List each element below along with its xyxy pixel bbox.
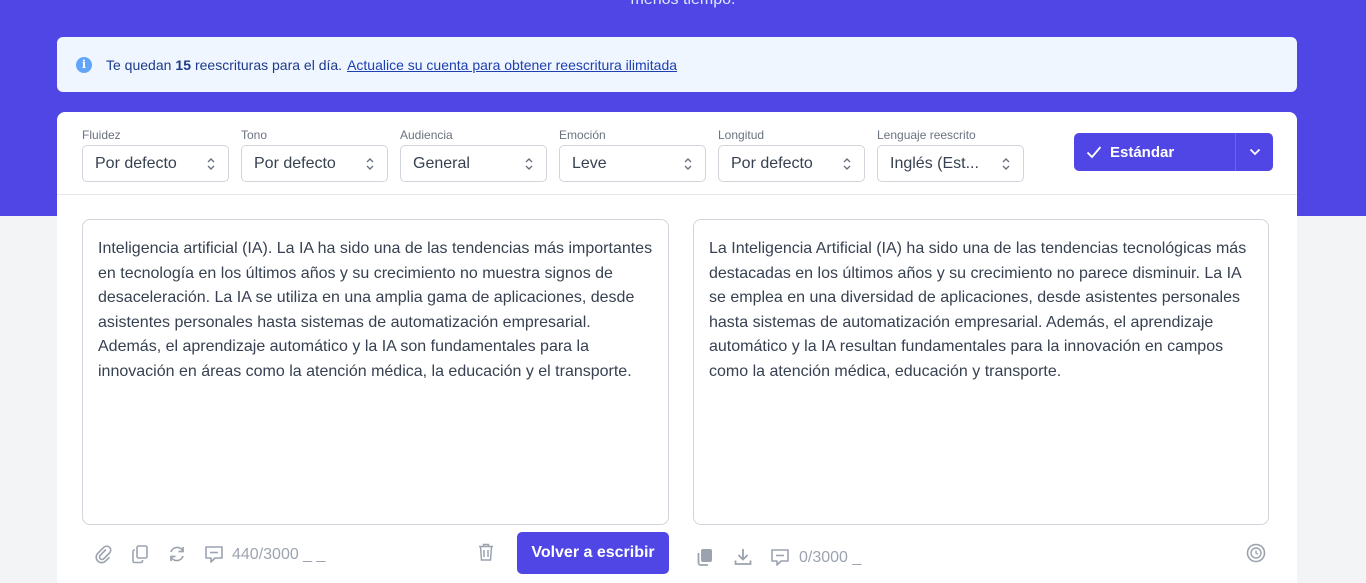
download-icon[interactable]: [732, 546, 754, 568]
feedback-icon[interactable]: [769, 546, 791, 568]
audience-value: General: [413, 154, 470, 172]
language-label: Lenguaje reescrito: [877, 128, 976, 142]
emotion-select[interactable]: Leve: [559, 145, 706, 182]
audience-label: Audiencia: [400, 128, 453, 142]
updown-chevron-icon: [842, 156, 852, 172]
feedback-icon[interactable]: [203, 543, 225, 565]
updown-chevron-icon: [1001, 156, 1011, 172]
output-textarea[interactable]: La Inteligencia Artificial (IA) ha sido …: [693, 219, 1269, 525]
refresh-icon[interactable]: [166, 543, 188, 565]
input-char-counter: 440/3000 _ _: [232, 546, 326, 563]
fluency-select[interactable]: Por defecto: [82, 145, 229, 182]
updown-chevron-icon: [365, 156, 375, 172]
attach-icon[interactable]: [93, 543, 115, 565]
updown-chevron-icon: [206, 156, 216, 172]
audience-control: Audiencia General: [400, 128, 547, 182]
length-control: Longitud Por defecto: [718, 128, 865, 182]
upgrade-link[interactable]: Actualice su cuenta para obtener reescri…: [347, 57, 677, 73]
fluency-label: Fluidez: [82, 128, 121, 142]
notice-prefix: Te quedan: [106, 56, 172, 73]
mode-dropdown-button[interactable]: [1235, 133, 1273, 171]
input-textarea[interactable]: Inteligencia artificial (IA). La IA ha s…: [82, 219, 669, 525]
check-icon: [1086, 146, 1102, 159]
tone-value: Por defecto: [254, 154, 336, 172]
tone-label: Tono: [241, 128, 268, 142]
rewriter-card: Fluidez Por defecto Tono Por defecto Aud…: [57, 112, 1297, 583]
standard-mode-label: Estándar: [1110, 143, 1175, 161]
length-select[interactable]: Por defecto: [718, 145, 865, 182]
output-char-counter: 0/3000 _: [799, 549, 862, 566]
length-label: Longitud: [718, 128, 765, 142]
emotion-value: Leve: [572, 154, 607, 172]
language-value: Inglés (Est...: [890, 154, 979, 172]
updown-chevron-icon: [683, 156, 693, 172]
language-select[interactable]: Inglés (Est...: [877, 145, 1024, 182]
rewrite-button[interactable]: Volver a escribir: [517, 532, 669, 574]
language-control: Lenguaje reescrito Inglés (Est...: [877, 128, 1024, 182]
copy-icon[interactable]: [694, 546, 716, 568]
options-bar: Fluidez Por defecto Tono Por defecto Aud…: [57, 112, 1297, 195]
info-icon: i: [76, 56, 92, 73]
paste-icon[interactable]: [129, 543, 151, 565]
trash-icon[interactable]: [475, 541, 497, 563]
tone-control: Tono Por defecto: [241, 128, 388, 182]
fluency-control: Fluidez Por defecto: [82, 128, 229, 182]
emotion-label: Emoción: [559, 128, 606, 142]
audience-select[interactable]: General: [400, 145, 547, 182]
fluency-value: Por defecto: [95, 154, 177, 172]
updown-chevron-icon: [524, 156, 534, 172]
chevron-down-icon: [1249, 148, 1260, 156]
notice-count: 15: [175, 56, 191, 73]
hero-text: menos tiempo.: [0, 0, 1366, 9]
history-icon[interactable]: [1245, 542, 1267, 564]
usage-notice: i Te quedan 15 reescrituras para el día.…: [57, 37, 1297, 92]
length-value: Por defecto: [731, 154, 813, 172]
tone-select[interactable]: Por defecto: [241, 145, 388, 182]
emotion-control: Emoción Leve: [559, 128, 706, 182]
standard-mode-button[interactable]: Estándar: [1074, 133, 1235, 171]
notice-suffix: reescrituras para el día.: [194, 56, 343, 73]
mode-button-group: Estándar: [1074, 133, 1273, 171]
